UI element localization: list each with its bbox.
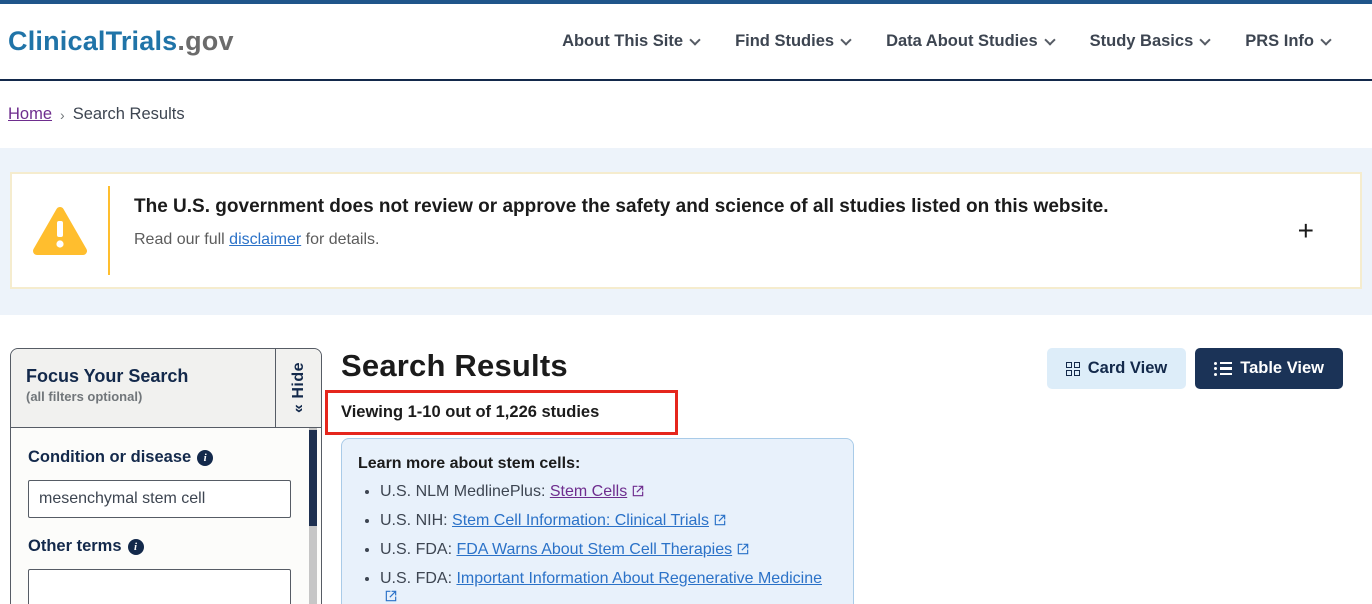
chevron-down-icon <box>1200 34 1211 45</box>
results-heading-block: Search Results Viewing 1-10 out of 1,226… <box>341 348 678 435</box>
sidebar-hide-label: « Hide <box>290 362 308 413</box>
info-icon[interactable]: i <box>128 539 144 555</box>
stem-cells-link[interactable]: Stem Cells <box>550 483 627 500</box>
nav-prs-info[interactable]: PRS Info <box>1245 32 1330 51</box>
card-view-label: Card View <box>1088 359 1167 378</box>
fda-warns-link[interactable]: FDA Warns About Stem Cell Therapies <box>456 541 732 558</box>
nav-label: Study Basics <box>1090 32 1194 51</box>
info-item-prefix: U.S. FDA: <box>380 541 456 558</box>
breadcrumb: Home › Search Results <box>0 81 1372 148</box>
breadcrumb-current: Search Results <box>73 105 185 124</box>
alert-subtext: Read our full disclaimer for details. <box>134 231 1109 249</box>
nav-data-about-studies[interactable]: Data About Studies <box>886 32 1054 51</box>
chevron-down-icon <box>689 34 700 45</box>
filters-sidebar: Focus Your Search (all filters optional)… <box>10 348 322 604</box>
site-header: ClinicalTrials.gov About This Site Find … <box>0 4 1372 81</box>
annotation-highlight-box: Viewing 1-10 out of 1,226 studies <box>325 390 678 435</box>
chevron-down-icon <box>1044 34 1055 45</box>
disclaimer-link[interactable]: disclaimer <box>229 231 301 248</box>
nav-label: Data About Studies <box>886 32 1038 51</box>
logo-primary: ClinicalTrials <box>8 26 177 56</box>
condition-input[interactable] <box>28 480 291 518</box>
table-view-label: Table View <box>1240 359 1324 378</box>
regenerative-medicine-link[interactable]: Important Information About Regenerative… <box>456 570 822 587</box>
page: ClinicalTrials.gov About This Site Find … <box>0 0 1372 604</box>
view-toggle-buttons: Card View Table View <box>1047 348 1343 389</box>
nav-label: Find Studies <box>735 32 834 51</box>
logo-suffix: .gov <box>177 26 233 56</box>
nav-about-this-site[interactable]: About This Site <box>562 32 699 51</box>
card-view-button[interactable]: Card View <box>1047 348 1186 389</box>
condition-label-text: Condition or disease <box>28 448 191 467</box>
card-view-icon <box>1066 362 1080 376</box>
info-item-prefix: U.S. FDA: <box>380 570 456 587</box>
alert-subtext-suffix: for details. <box>301 231 379 248</box>
sidebar-scrollbar-track[interactable] <box>309 428 317 604</box>
breadcrumb-separator: › <box>60 107 65 123</box>
list-item: U.S. NLM MedlinePlus: Stem Cells <box>380 483 835 503</box>
external-link-icon <box>384 589 398 604</box>
info-item-prefix: U.S. NLM MedlinePlus: <box>380 483 550 500</box>
alert-title: The U.S. government does not review or a… <box>134 196 1109 218</box>
info-icon[interactable]: i <box>197 450 213 466</box>
sidebar-scrollbar-thumb[interactable] <box>309 430 317 526</box>
chevron-down-icon <box>840 34 851 45</box>
disclaimer-alert-band: The U.S. government does not review or a… <box>0 148 1372 315</box>
sidebar-header: Focus Your Search (all filters optional)… <box>11 349 321 428</box>
results-main: Search Results Viewing 1-10 out of 1,226… <box>322 348 1372 604</box>
sidebar-title: Focus Your Search <box>26 366 275 387</box>
external-link-icon <box>631 484 645 503</box>
info-box-title: Learn more about stem cells: <box>358 455 835 473</box>
content-area: Focus Your Search (all filters optional)… <box>0 315 1372 604</box>
warning-icon-column <box>12 174 108 287</box>
alert-subtext-prefix: Read our full <box>134 231 229 248</box>
warning-icon <box>32 205 88 257</box>
stem-cell-information-link[interactable]: Stem Cell Information: Clinical Trials <box>452 512 709 529</box>
table-view-button[interactable]: Table View <box>1195 348 1343 389</box>
alert-expand-button[interactable]: + <box>1298 217 1314 245</box>
site-logo[interactable]: ClinicalTrials.gov <box>8 26 234 57</box>
viewing-count-text: Viewing 1-10 out of 1,226 studies <box>341 403 599 421</box>
sidebar-hide-button[interactable]: « Hide <box>275 349 321 427</box>
external-link-icon <box>736 542 750 561</box>
other-terms-input[interactable] <box>28 569 291 604</box>
nav-find-studies[interactable]: Find Studies <box>735 32 850 51</box>
sidebar-subtitle: (all filters optional) <box>26 389 275 404</box>
chevron-down-icon <box>1320 34 1331 45</box>
nav-study-basics[interactable]: Study Basics <box>1090 32 1210 51</box>
nav-label: PRS Info <box>1245 32 1314 51</box>
condition-label: Condition or disease i <box>28 448 291 467</box>
page-title: Search Results <box>341 348 678 384</box>
list-item: U.S. FDA: FDA Warns About Stem Cell Ther… <box>380 541 835 561</box>
results-top-row: Search Results Viewing 1-10 out of 1,226… <box>341 348 1372 435</box>
list-item: U.S. FDA: Important Information About Re… <box>380 570 835 604</box>
alert-text: The U.S. government does not review or a… <box>110 174 1109 287</box>
breadcrumb-home-link[interactable]: Home <box>8 105 52 124</box>
sidebar-body: Condition or disease i Other terms i <box>11 428 321 604</box>
sidebar-header-text: Focus Your Search (all filters optional) <box>11 349 275 427</box>
condition-field-group: Condition or disease i <box>28 448 291 518</box>
other-terms-label: Other terms i <box>28 537 291 556</box>
disclaimer-alert-card: The U.S. government does not review or a… <box>10 172 1362 289</box>
list-item: U.S. NIH: Stem Cell Information: Clinica… <box>380 512 835 532</box>
table-view-icon <box>1214 362 1232 376</box>
external-link-icon <box>713 513 727 532</box>
nav-label: About This Site <box>562 32 683 51</box>
info-item-prefix: U.S. NIH: <box>380 512 452 529</box>
main-nav: About This Site Find Studies Data About … <box>562 32 1330 51</box>
stem-cells-info-box: Learn more about stem cells: U.S. NLM Me… <box>341 438 854 604</box>
other-terms-label-text: Other terms <box>28 537 122 556</box>
info-links-list: U.S. NLM MedlinePlus: Stem Cells U.S. NI… <box>358 483 835 604</box>
other-terms-field-group: Other terms i <box>28 537 291 604</box>
